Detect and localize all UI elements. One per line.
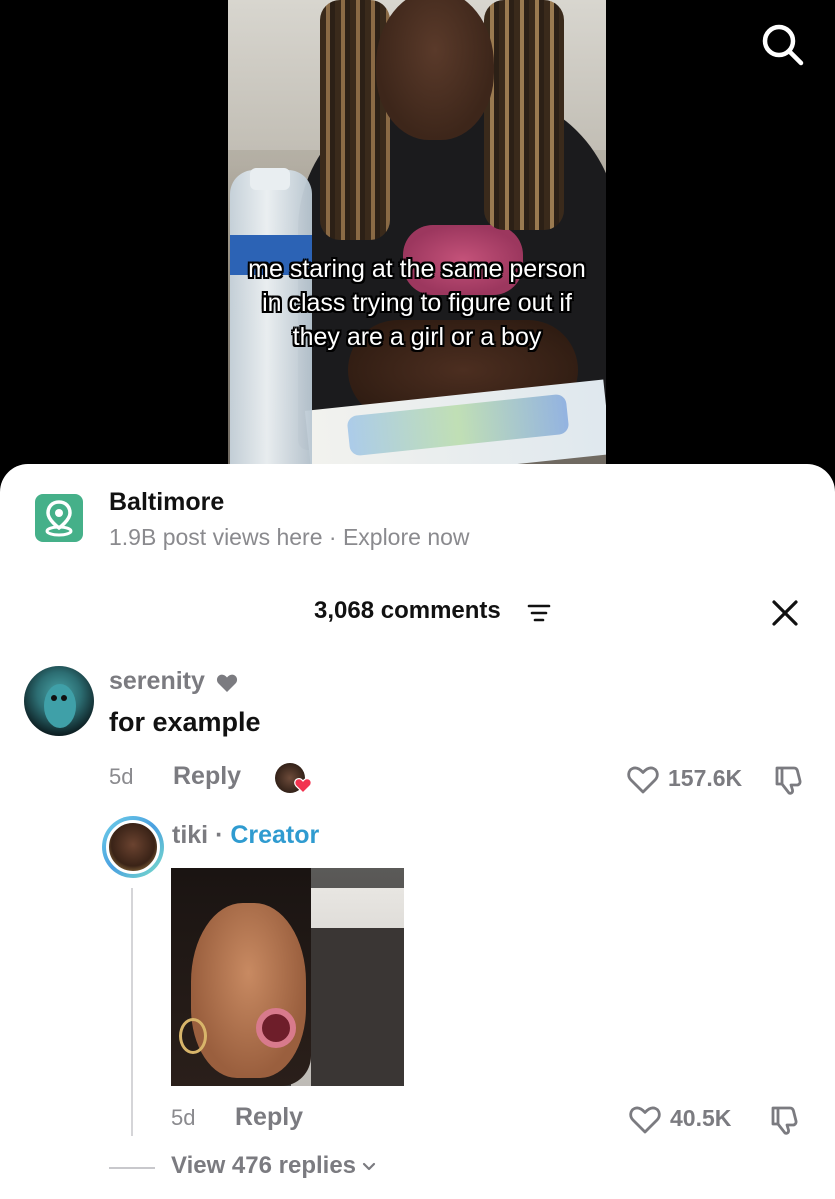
- like-count: 40.5K: [670, 1105, 732, 1131]
- reply-button[interactable]: Reply: [173, 762, 241, 791]
- view-replies-button[interactable]: View 476 replies: [171, 1152, 376, 1180]
- video-person-face: [376, 0, 494, 140]
- chevron-down-icon: [362, 1162, 376, 1170]
- reply-username-text: tiki: [172, 821, 209, 849]
- filter-button[interactable]: [527, 602, 551, 624]
- video-player[interactable]: me staring at the same person in class t…: [0, 0, 835, 480]
- heart-icon: [294, 778, 312, 794]
- thumbs-down-icon[interactable]: [769, 1104, 799, 1136]
- video-frame[interactable]: [228, 0, 606, 470]
- avatar[interactable]: [24, 666, 94, 736]
- location-icon-tile[interactable]: [35, 494, 83, 542]
- avatar: [106, 820, 160, 874]
- reply-button[interactable]: Reply: [235, 1103, 303, 1132]
- filter-icon: [527, 604, 551, 622]
- reply-age: 5d: [171, 1105, 196, 1130]
- view-replies-label: View 476 replies: [171, 1152, 357, 1179]
- video-person-hair-right: [484, 0, 564, 230]
- heart-icon[interactable]: [628, 1104, 662, 1135]
- comment-username[interactable]: serenity: [109, 667, 205, 696]
- search-button[interactable]: [758, 20, 806, 68]
- like-count: 157.6K: [668, 765, 743, 791]
- image-face: [191, 903, 306, 1078]
- comment-text: for example: [109, 707, 261, 737]
- reply-image[interactable]: [171, 868, 404, 1086]
- location-title[interactable]: Baltimore: [109, 488, 224, 517]
- image-doorway: [311, 928, 404, 1086]
- creator-badge: Creator: [230, 821, 320, 849]
- map-pin-icon: [45, 500, 73, 537]
- creator-avatar[interactable]: [102, 816, 164, 878]
- replies-divider: [109, 1167, 155, 1169]
- video-caption: me staring at the same person in class t…: [248, 255, 586, 351]
- image-mouth: [256, 1008, 296, 1048]
- heart-icon[interactable]: [626, 764, 660, 795]
- comment-age: 5d: [109, 764, 134, 789]
- search-icon: [762, 24, 804, 66]
- reply-username[interactable]: tiki · Creator: [172, 821, 319, 850]
- thread-line: [131, 888, 133, 1136]
- comments-count-title: 3,068 comments: [314, 597, 501, 624]
- location-subtitle[interactable]: 1.9B post views here · Explore now: [109, 524, 470, 551]
- avatar-image: [44, 684, 76, 728]
- username-separator: ·: [208, 821, 231, 849]
- close-comments-button[interactable]: [770, 598, 800, 628]
- thumbs-down-icon[interactable]: [773, 764, 803, 796]
- image-earring: [179, 1018, 207, 1054]
- close-icon: [772, 600, 798, 626]
- heart-icon: [216, 674, 238, 692]
- video-bottle-cap: [250, 168, 290, 190]
